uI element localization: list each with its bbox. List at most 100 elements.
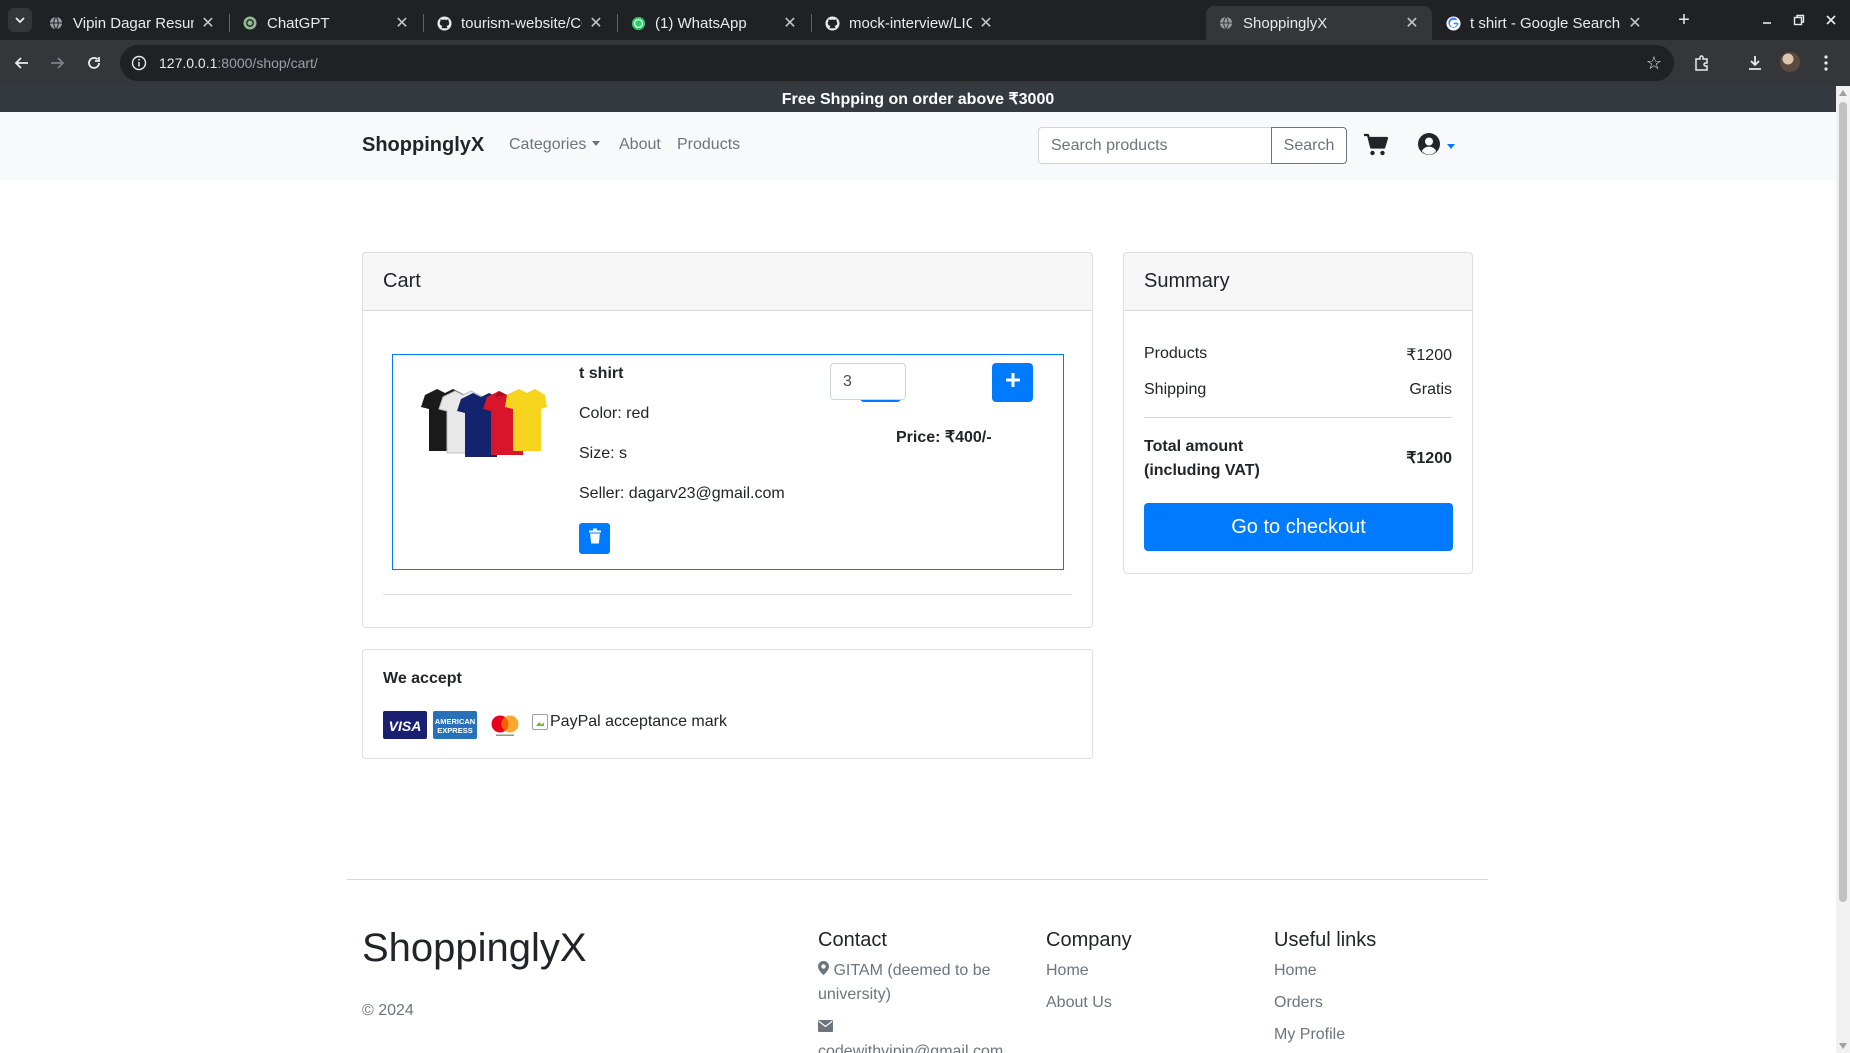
github-icon [824,15,840,31]
browser-tab[interactable]: mock-interview/LICENS ✕ [812,6,1006,40]
trash-icon [588,528,602,549]
forward-arrow-icon[interactable] [43,49,71,77]
nav-about[interactable]: About [619,136,661,154]
tab-title: t shirt - Google Search [1470,14,1621,32]
amex-text-bottom: EXPRESS [437,726,472,735]
footer-copyright: © 2024 [362,1002,414,1019]
summary-header: Summary [1124,253,1472,311]
browser-tab[interactable]: ChatGPT ✕ [230,6,422,40]
google-icon [1445,15,1461,31]
tab-search-chevron-icon[interactable] [8,8,32,32]
footer-useful-title: Useful links [1274,929,1377,951]
back-arrow-icon[interactable] [8,49,36,77]
cart-icon[interactable] [1363,133,1389,159]
delete-item-button[interactable] [579,523,610,554]
caret-down-icon [1447,143,1455,149]
browser-tab-active[interactable]: ShoppinglyX ✕ [1206,6,1432,40]
site-info-icon[interactable] [129,53,149,73]
browser-tab[interactable]: (1) WhatsApp ✕ [618,6,810,40]
divider [383,594,1072,595]
profile-avatar[interactable] [1780,52,1800,72]
close-tab-icon[interactable]: ✕ [394,13,410,33]
map-marker-icon [818,961,829,979]
footer-company-about[interactable]: About Us [1046,994,1112,1012]
visa-logo: VISA [383,711,427,739]
plus-icon [1005,372,1021,393]
close-tab-icon[interactable]: ✕ [588,13,604,33]
increase-quantity-button[interactable] [992,363,1033,402]
minimize-icon[interactable] [1755,8,1779,32]
tab-title: ChatGPT [267,14,330,32]
we-accept-title: We accept [383,670,462,687]
close-tab-icon[interactable]: ✕ [1404,13,1420,33]
summary-products-value: ₹1200 [1406,347,1452,364]
footer-company-title: Company [1046,929,1132,951]
tab-title: mock-interview/LICENS [849,14,972,32]
footer-useful-orders[interactable]: Orders [1274,994,1323,1012]
footer-divider [347,879,1488,880]
close-tab-icon[interactable]: ✕ [200,13,216,33]
summary-products-label: Products [1144,345,1208,362]
product-size: Size: s [579,445,628,462]
restore-icon[interactable] [1787,8,1811,32]
bookmark-star-icon[interactable]: ☆ [1646,53,1662,74]
browser-tab[interactable]: t shirt - Google Search ✕ [1433,6,1655,40]
footer-contact-email: codewithvipin@gmail.com [818,1016,1008,1053]
page-viewport: Free Shpping on order above ₹3000 Shoppi… [0,86,1836,1053]
product-name: t shirt [579,365,624,382]
summary-shipping-label: Shipping [1144,381,1207,398]
payment-methods-card: We accept VISA AMERICAN EXPRESS PayPal ac… [362,649,1093,759]
scrollbar-thumb[interactable] [1839,102,1847,902]
footer-contact-address: GITAM (deemed to be university) [818,959,1008,1007]
summary-shipping-row: Shipping Gratis [1144,381,1452,399]
footer-useful-profile[interactable]: My Profile [1274,1026,1345,1044]
browser-tab[interactable]: Vipin Dagar Resume - G ✕ [36,6,228,40]
page-scrollbar[interactable] [1836,86,1850,1053]
paypal-logo: PayPal acceptance mark [532,713,727,731]
summary-total-row: Total amount (including VAT) ₹1200 [1144,435,1452,483]
user-menu-dropdown[interactable] [1417,132,1461,159]
checkout-button[interactable]: Go to checkout [1144,503,1453,551]
envelope-icon [818,1019,833,1036]
new-tab-plus-icon[interactable]: + [1672,8,1696,32]
nav-products[interactable]: Products [677,136,740,154]
summary-total-value: ₹1200 [1406,450,1452,467]
search-button[interactable]: Search [1271,127,1347,164]
summary-shipping-value: Gratis [1409,381,1452,398]
chatgpt-icon [242,15,258,31]
amex-text-top: AMERICAN [435,717,475,726]
divider [1144,417,1452,418]
extensions-icon[interactable] [1690,51,1714,75]
scroll-up-arrow-icon[interactable] [1839,90,1847,96]
contact-email-text[interactable]: codewithvipin@gmail.com [818,1043,1003,1053]
footer-company-home[interactable]: Home [1046,962,1089,980]
globe-icon [48,15,64,31]
navbar-brand[interactable]: ShoppinglyX [362,134,484,157]
close-tab-icon[interactable]: ✕ [978,13,994,33]
download-icon[interactable] [1743,51,1767,75]
caret-down-icon [592,141,601,147]
cart-header: Cart [363,253,1092,311]
contact-address-text: GITAM (deemed to be university) [818,962,991,1003]
search-input[interactable] [1038,127,1272,164]
visa-text: VISA [389,718,422,734]
footer-useful-home[interactable]: Home [1274,962,1317,980]
nav-categories-dropdown[interactable]: Categories [509,136,601,154]
promo-banner: Free Shpping on order above ₹3000 [0,86,1836,112]
tab-title: ShoppinglyX [1243,14,1328,32]
product-seller: Seller: dagarv23@gmail.com [579,485,785,502]
whatsapp-icon [630,15,646,31]
close-tab-icon[interactable]: ✕ [1627,13,1643,33]
scroll-down-arrow-icon[interactable] [1839,1043,1847,1049]
address-bar[interactable]: 127.0.0.1:8000/shop/cart/ ☆ [120,45,1674,81]
globe-icon [1218,15,1234,31]
quantity-input[interactable] [830,363,906,400]
kebab-menu-icon[interactable] [1814,51,1838,75]
summary-products-row: Products ₹1200 [1144,345,1452,365]
close-window-icon[interactable] [1819,8,1843,32]
browser-tab[interactable]: tourism-website/CONTI ✕ [424,6,616,40]
reload-icon[interactable] [80,49,108,77]
mastercard-logo [483,711,527,739]
close-tab-icon[interactable]: ✕ [782,13,798,33]
summary-card: Summary Products ₹1200 Shipping Gratis T… [1123,252,1473,574]
